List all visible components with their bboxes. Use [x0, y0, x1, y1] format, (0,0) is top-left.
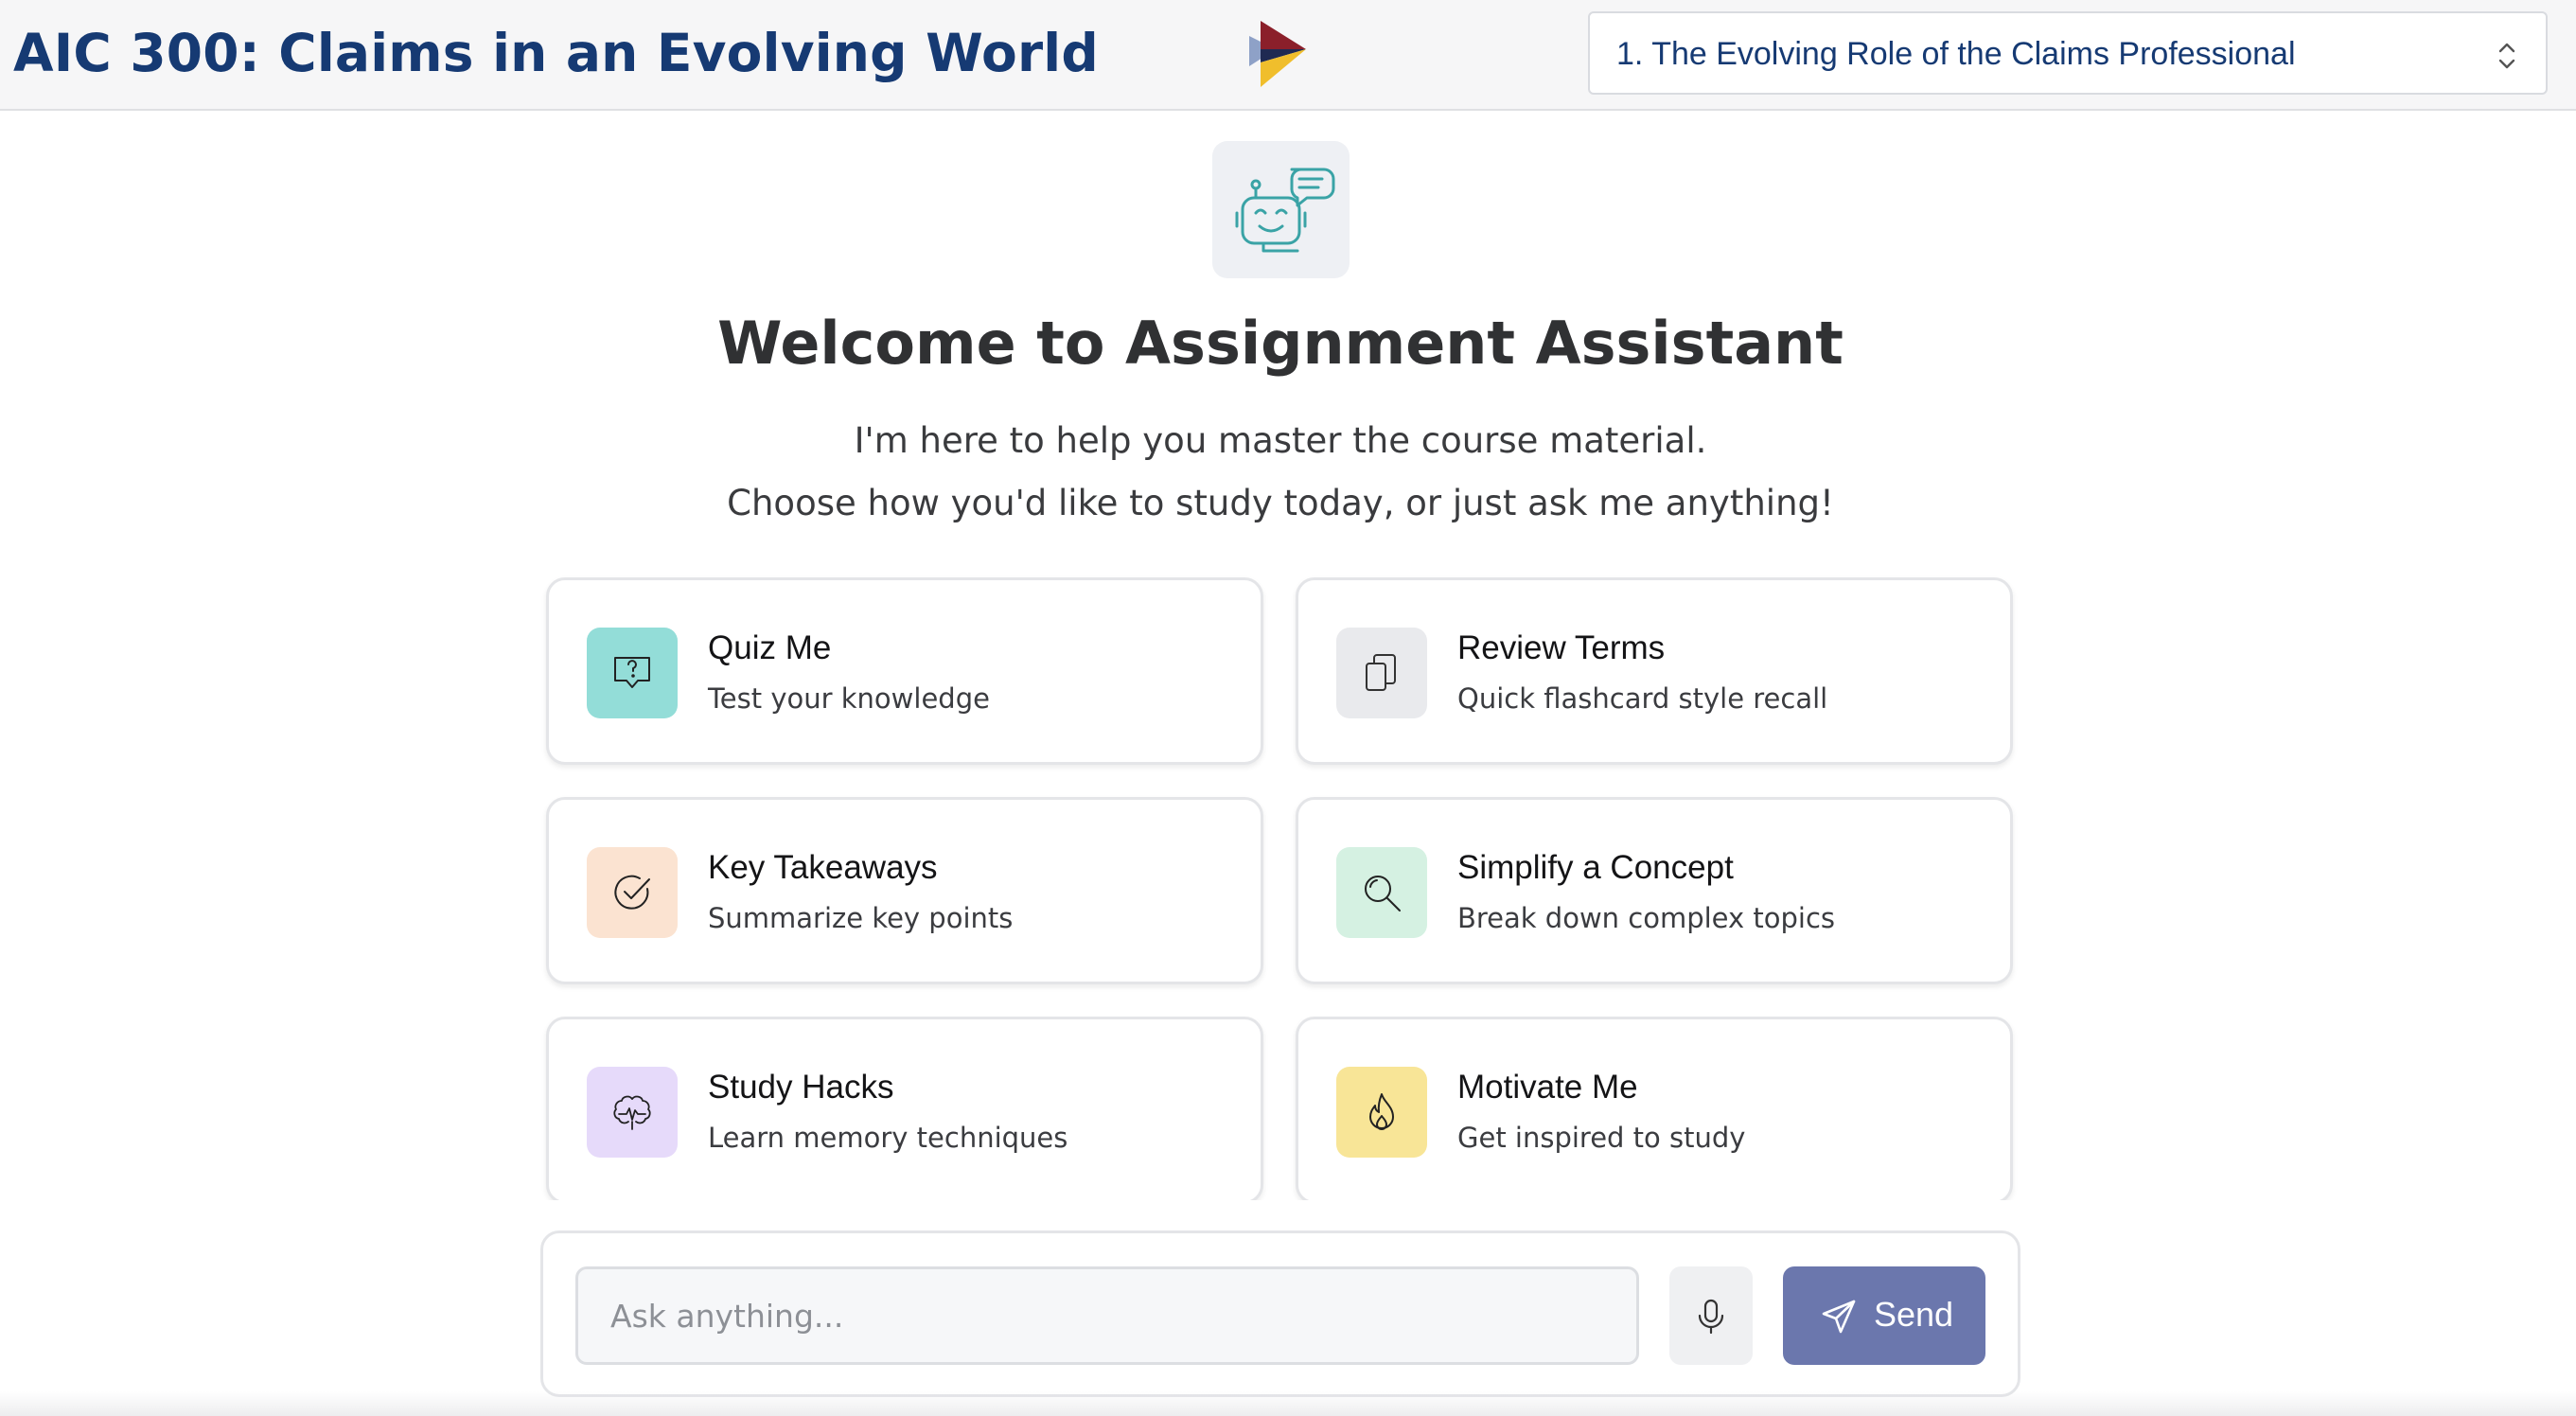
brand-logo-icon	[1249, 21, 1306, 87]
card-title: Motivate Me	[1457, 1069, 1638, 1106]
card-description: Get inspired to study	[1457, 1122, 1746, 1154]
magnifier-icon	[1365, 876, 1401, 912]
card-title: Simplify a Concept	[1457, 849, 1734, 886]
card-motivate-me[interactable]: Motivate Me Get inspired to study	[1296, 1017, 2013, 1200]
ask-input[interactable]	[575, 1266, 1639, 1365]
card-icon-box	[1336, 628, 1427, 718]
welcome-title: Welcome to Assignment Assistant	[717, 309, 1844, 378]
card-title: Quiz Me	[708, 629, 832, 666]
card-icon-box	[587, 628, 678, 718]
study-options-grid: Quiz Me Test your knowledge Review Terms…	[530, 568, 2044, 1200]
card-description: Learn memory techniques	[708, 1122, 1068, 1154]
card-description: Summarize key points	[708, 902, 1014, 934]
card-title: Key Takeaways	[708, 849, 938, 886]
card-title: Study Hacks	[708, 1069, 894, 1106]
robot-chat-icon	[1235, 168, 1335, 253]
chapter-select[interactable]: 1. The Evolving Role of the Claims Profe…	[1588, 11, 2548, 95]
check-circle-icon	[614, 875, 650, 910]
card-description: Test your knowledge	[708, 682, 990, 715]
card-icon-box	[587, 1067, 678, 1158]
send-icon	[1822, 1300, 1856, 1334]
flame-icon	[1369, 1093, 1394, 1130]
microphone-button[interactable]	[1669, 1266, 1753, 1365]
select-chevron-icon	[2498, 43, 2515, 69]
card-simplify-concept[interactable]: Simplify a Concept Break down complex to…	[1296, 797, 2013, 984]
card-study-hacks[interactable]: Study Hacks Learn memory techniques	[546, 1017, 1263, 1200]
card-description: Quick flashcard style recall	[1457, 682, 1828, 715]
chat-composer: Send	[540, 1230, 2020, 1397]
course-title: AIC 300: Claims in an Evolving World	[13, 23, 1099, 83]
microphone-icon	[1698, 1299, 1724, 1335]
bottom-shadow	[0, 1391, 2576, 1416]
card-description: Break down complex topics	[1457, 902, 1836, 934]
top-header: AIC 300: Claims in an Evolving World 1. …	[0, 0, 2576, 111]
welcome-subtitle-line2: Choose how you'd like to study today, or…	[727, 483, 1834, 523]
flashcards-icon	[1366, 654, 1396, 691]
send-button-label: Send	[1874, 1295, 1954, 1334]
card-icon-box	[587, 847, 678, 938]
card-icon-box	[1336, 847, 1427, 938]
card-review-terms[interactable]: Review Terms Quick flashcard style recal…	[1296, 577, 2013, 765]
send-button[interactable]: Send	[1783, 1266, 1985, 1365]
chapter-select-value: 1. The Evolving Role of the Claims Profe…	[1616, 36, 2296, 72]
welcome-subtitle-line1: I'm here to help you master the course m…	[854, 420, 1707, 461]
card-title: Review Terms	[1457, 629, 1666, 666]
brain-icon	[613, 1095, 651, 1130]
quiz-icon	[614, 657, 650, 688]
card-quiz-me[interactable]: Quiz Me Test your knowledge	[546, 577, 1263, 765]
assistant-avatar	[1212, 141, 1350, 278]
card-icon-box	[1336, 1067, 1427, 1158]
card-key-takeaways[interactable]: Key Takeaways Summarize key points	[546, 797, 1263, 984]
